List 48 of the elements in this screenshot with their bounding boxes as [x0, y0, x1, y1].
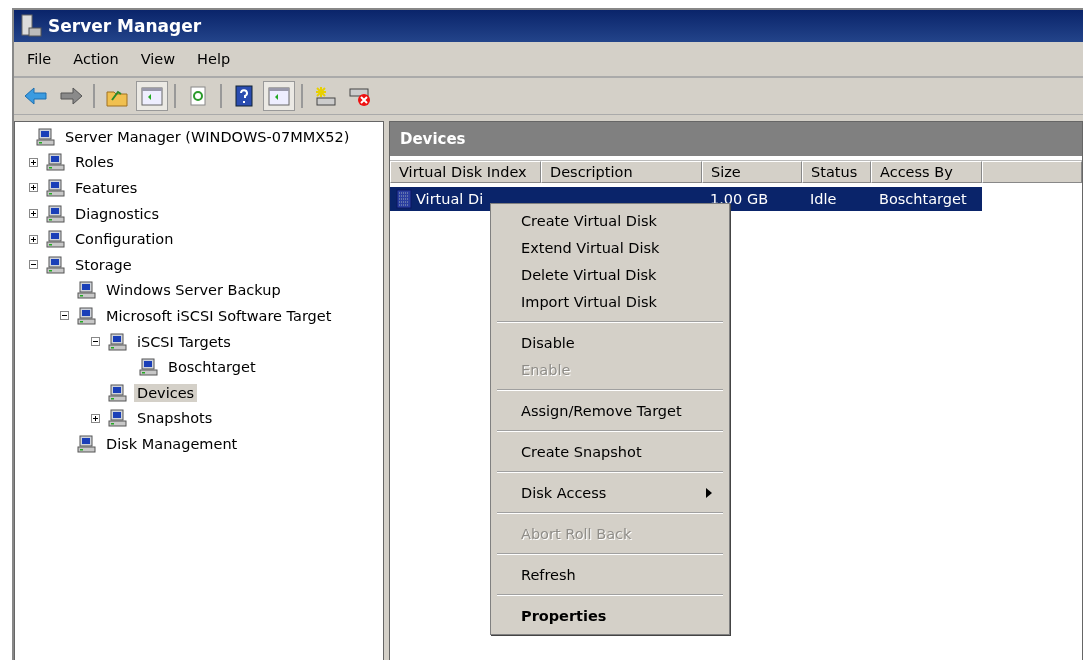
column-header[interactable]: Status	[802, 161, 871, 183]
computer-icon	[46, 204, 66, 223]
computer-icon	[108, 332, 128, 351]
collapse-icon[interactable]	[91, 337, 100, 347]
submenu-arrow-icon	[706, 487, 712, 498]
computer-icon	[46, 255, 66, 274]
menu-item[interactable]: Refresh	[494, 561, 726, 588]
menu-item[interactable]: Disable	[494, 329, 726, 356]
menu-item[interactable]: Extend Virtual Disk	[494, 234, 726, 261]
table-cell: Idle	[810, 191, 837, 207]
table-cell: Boschtarget	[879, 191, 967, 207]
menu-item[interactable]: Create Snapshot	[494, 438, 726, 465]
column-header[interactable]: Access By	[871, 161, 982, 183]
menu-item[interactable]: Assign/Remove Target	[494, 397, 726, 424]
computer-icon	[46, 179, 66, 197]
computer-icon	[36, 127, 56, 146]
menu-item[interactable]: Import Virtual Disk	[494, 288, 726, 315]
column-header[interactable]: Description	[541, 161, 702, 183]
computer-icon	[46, 230, 66, 249]
computer-icon	[139, 358, 159, 377]
document-icon	[396, 189, 412, 209]
expand-icon[interactable]	[91, 413, 100, 423]
menu-item[interactable]: Help	[188, 48, 240, 70]
computer-icon	[77, 281, 97, 300]
server-icon	[20, 14, 42, 38]
table-cell: Virtual Di	[416, 191, 484, 207]
tree-item[interactable]: Devices	[134, 383, 198, 402]
computer-icon	[46, 153, 66, 172]
computer-icon	[77, 306, 97, 325]
computer-icon	[77, 434, 97, 453]
menu-item[interactable]: File	[18, 48, 61, 70]
expand-icon[interactable]	[29, 183, 38, 193]
collapse-icon[interactable]	[29, 260, 38, 270]
menu-item[interactable]: Delete Virtual Disk	[494, 261, 726, 288]
menu-item[interactable]: Properties	[494, 602, 726, 629]
expand-icon[interactable]	[29, 234, 38, 244]
expand-icon[interactable]	[29, 209, 38, 219]
collapse-icon[interactable]	[60, 311, 69, 321]
panel-title: Devices	[390, 122, 1082, 156]
expand-icon[interactable]	[29, 157, 38, 167]
window-title: Server Manager	[48, 16, 202, 36]
computer-icon	[108, 409, 128, 428]
menu-item[interactable]: Action	[64, 48, 128, 70]
computer-icon	[108, 383, 128, 402]
menu-item[interactable]: View	[131, 48, 185, 70]
column-header[interactable]: Virtual Disk Index	[390, 161, 541, 183]
column-header[interactable]: Size	[702, 161, 802, 183]
menu-item[interactable]: Disk Access	[494, 479, 726, 506]
